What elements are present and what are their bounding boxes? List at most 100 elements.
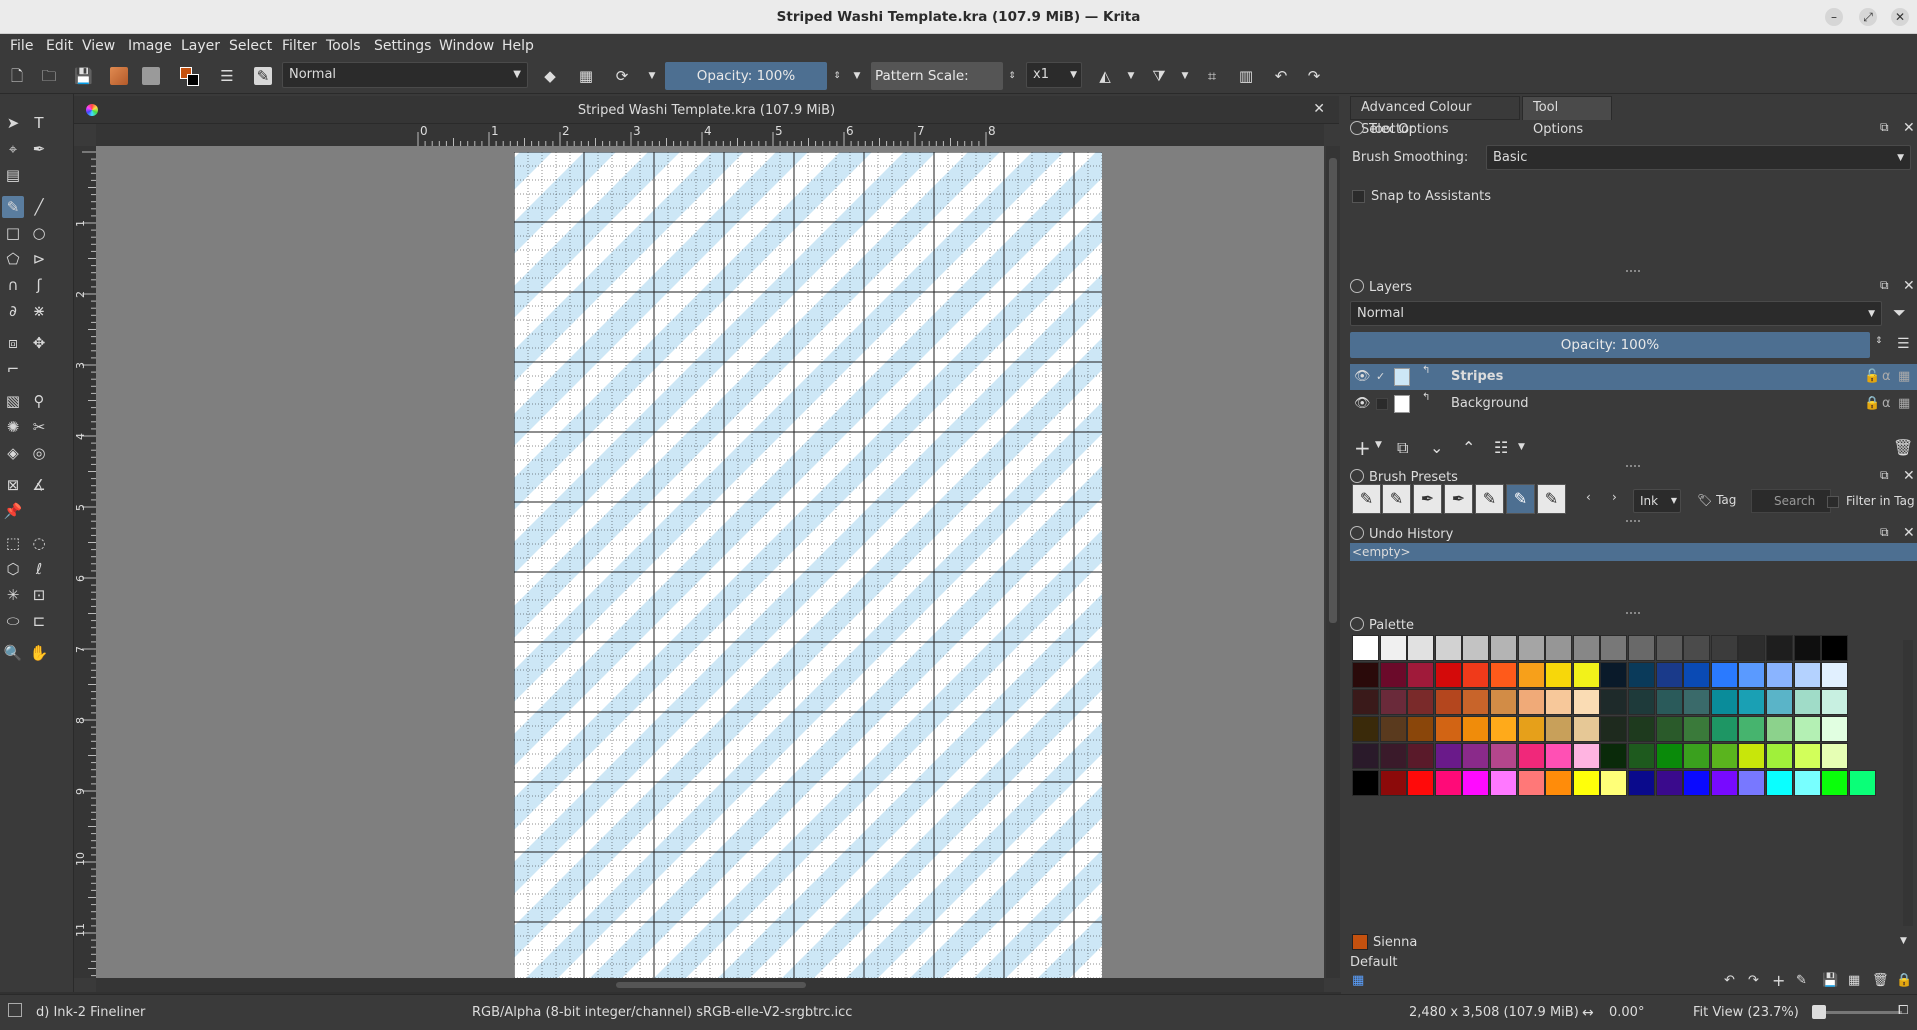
blend-mode-select[interactable]: Normal ▼ <box>282 62 528 88</box>
palette-swatch[interactable] <box>1628 716 1655 742</box>
palette-swatch[interactable] <box>1352 770 1379 796</box>
palette-swatch[interactable] <box>1462 662 1490 688</box>
undo-history-entry[interactable]: <empty> <box>1350 543 1917 561</box>
docker-resize-handle[interactable] <box>1626 612 1640 614</box>
brush-preset-3[interactable]: ✒ <box>1413 484 1442 514</box>
palette-swatch[interactable] <box>1407 716 1435 742</box>
chevron-down-icon[interactable]: ▼ <box>848 67 866 85</box>
brush-preset-7[interactable]: ✎ <box>1537 484 1566 514</box>
horizontal-scrollbar[interactable] <box>96 978 1324 992</box>
preserve-alpha-icon[interactable]: ▦ <box>577 67 595 85</box>
measure-tool-icon[interactable]: ∡ <box>28 474 50 496</box>
palette-swatch[interactable] <box>1434 635 1462 661</box>
reference-images-tool-icon[interactable]: 📌 <box>2 500 24 522</box>
palette-swatch[interactable] <box>1545 635 1573 661</box>
float-docker-icon[interactable]: ⧉ <box>1880 278 1889 293</box>
palette-swatch[interactable] <box>1352 662 1379 688</box>
chevron-down-icon[interactable]: ▼ <box>1176 67 1194 85</box>
line-tool-icon[interactable]: ╱ <box>28 196 50 218</box>
palette-swatch[interactable] <box>1379 662 1407 688</box>
open-document-icon[interactable]: 🗀 <box>40 67 58 85</box>
wrap-around-icon[interactable]: ▥ <box>1237 67 1255 85</box>
palette-swatch[interactable] <box>1655 743 1683 769</box>
rectangle-tool-icon[interactable]: □ <box>2 222 24 244</box>
calligraphy-tool-icon[interactable]: ✒ <box>28 138 50 160</box>
new-document-icon[interactable]: 🗋 <box>8 67 26 85</box>
color-picker-tool-icon[interactable]: ⚲ <box>28 390 50 412</box>
bezier-curve-tool-icon[interactable]: ∩ <box>2 274 24 296</box>
foreground-background-color-icon[interactable] <box>180 67 199 86</box>
opacity-slider[interactable]: Opacity: 100% <box>665 62 827 90</box>
palette-swatch[interactable] <box>1379 716 1407 742</box>
tag-button[interactable]: 🏷 Tag <box>1697 493 1736 507</box>
opacity-spin-icon[interactable]: ⇕ <box>828 67 846 85</box>
palette-swatch[interactable] <box>1655 662 1683 688</box>
menu-settings[interactable]: Settings <box>374 38 431 54</box>
save-palette-icon[interactable]: 💾 <box>1822 973 1838 988</box>
brush-preset-4[interactable]: ✒ <box>1444 484 1473 514</box>
palette-swatch[interactable] <box>1710 770 1738 796</box>
palette-layout-icon[interactable]: ▦ <box>1848 973 1860 988</box>
freehand-brush-tool-icon[interactable]: ✎ <box>2 196 24 218</box>
palette-swatch[interactable] <box>1793 716 1821 742</box>
polygonal-selection-tool-icon[interactable]: ⬡ <box>2 558 24 580</box>
undo-icon[interactable]: ↶ <box>1272 67 1290 85</box>
visibility-eye-icon[interactable]: 👁 <box>1354 391 1371 417</box>
docker-resize-handle[interactable] <box>1626 465 1640 467</box>
palette-swatch[interactable] <box>1766 635 1793 661</box>
palette-swatch[interactable] <box>1517 635 1545 661</box>
chevron-down-icon[interactable]: ▼ <box>1375 440 1382 450</box>
rotation-icon[interactable]: ↔ <box>1582 1005 1594 1021</box>
menu-image[interactable]: Image <box>128 38 172 54</box>
palette-swatch[interactable] <box>1738 689 1766 715</box>
palette-swatch[interactable] <box>1434 716 1462 742</box>
palette-swatch[interactable] <box>1490 635 1517 661</box>
layer-menu-icon[interactable]: ☰ <box>1897 336 1910 352</box>
palette-swatch[interactable] <box>1517 743 1545 769</box>
minimize-icon[interactable]: – <box>1825 8 1843 26</box>
palette-swatch[interactable] <box>1683 716 1711 742</box>
palette-swatch[interactable] <box>1655 770 1683 796</box>
pan-tool-icon[interactable]: ✋ <box>28 642 50 664</box>
next-page-icon[interactable]: › <box>1612 490 1617 504</box>
palette-swatch[interactable] <box>1628 743 1655 769</box>
palette-redo-icon[interactable]: ↷ <box>1748 973 1759 988</box>
palette-swatch[interactable] <box>1600 770 1628 796</box>
palette-swatch[interactable] <box>1545 689 1573 715</box>
brush-settings-icon[interactable]: ☰ <box>218 67 236 85</box>
palette-swatch[interactable] <box>1655 716 1683 742</box>
menu-edit[interactable]: Edit <box>46 38 73 54</box>
palette-swatch[interactable] <box>1655 635 1683 661</box>
elliptical-selection-tool-icon[interactable]: ◌ <box>28 532 50 554</box>
close-docker-icon[interactable]: ✕ <box>1903 278 1915 294</box>
palette-swatch[interactable] <box>1766 716 1793 742</box>
palette-swatch[interactable] <box>1793 662 1821 688</box>
menu-help[interactable]: Help <box>502 38 534 54</box>
close-docker-icon[interactable]: ✕ <box>1903 120 1915 136</box>
palette-swatch[interactable] <box>1600 716 1628 742</box>
palette-swatch[interactable] <box>1738 662 1766 688</box>
ellipse-tool-icon[interactable]: ○ <box>28 222 50 244</box>
crop-icon[interactable]: ⌗ <box>1203 67 1221 85</box>
document-tab[interactable]: Striped Washi Template.kra (107.9 MiB) ✕ <box>74 96 1339 124</box>
bezier-selection-tool-icon[interactable]: ⬭ <box>2 610 24 632</box>
contiguous-selection-tool-icon[interactable]: ✳ <box>2 584 24 606</box>
freehand-path-tool-icon[interactable]: ʃ <box>28 274 50 296</box>
canvas-only-icon[interactable]: ⧠ <box>1898 1003 1908 1018</box>
preset-search-input[interactable]: Search <box>1751 489 1831 513</box>
add-swatch-icon[interactable]: + <box>1772 971 1785 990</box>
layer-inherit-alpha-icon[interactable]: ↰ <box>1422 385 1430 411</box>
close-docker-icon[interactable]: ✕ <box>1903 468 1915 484</box>
mirror-horizontal-icon[interactable]: ◭ <box>1096 67 1114 85</box>
layer-checkbox[interactable]: ✓ <box>1376 364 1385 390</box>
float-docker-icon[interactable]: ⧉ <box>1880 468 1889 483</box>
palette-swatch[interactable] <box>1407 770 1435 796</box>
layer-lock-icon[interactable]: 🔒 <box>1864 391 1880 417</box>
palette-undo-icon[interactable]: ↶ <box>1724 973 1735 988</box>
reload-preset-icon[interactable]: ⟳ <box>613 67 631 85</box>
palette-swatch[interactable] <box>1710 689 1738 715</box>
select-shapes-tool-icon[interactable]: ➤ <box>2 112 24 134</box>
close-document-icon[interactable]: ✕ <box>1313 101 1325 117</box>
palette-swatch[interactable] <box>1352 716 1379 742</box>
lock-icon[interactable] <box>1350 617 1364 631</box>
